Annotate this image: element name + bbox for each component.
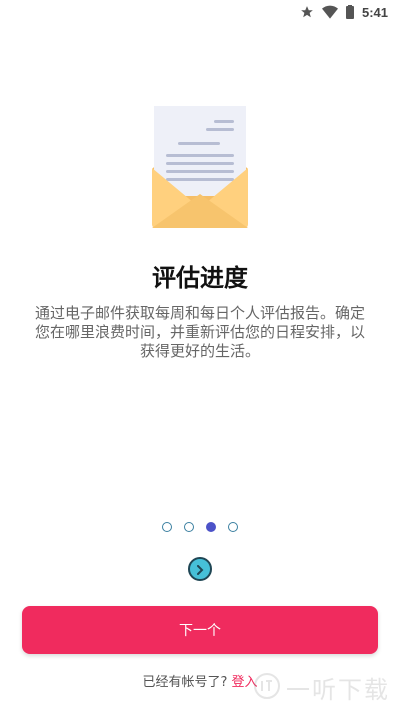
chevron-right-icon [195,560,205,579]
page-dot-2[interactable] [184,522,194,532]
watermark-logo-icon [254,672,280,703]
watermark: 一听下载 [254,670,390,705]
page-indicator [0,522,400,532]
next-button[interactable]: 下一个 [22,606,378,654]
wifi-icon [321,5,338,19]
page-dot-1[interactable] [162,522,172,532]
battery-icon [345,5,354,19]
watermark-text: 一听下载 [286,676,390,704]
page-title: 评估进度 [152,264,248,292]
envelope-letter-icon [148,106,252,230]
page-description: 通过电子邮件获取每周和每日个人评估报告。确定您在哪里浪费时间，并重新评估您的日程… [34,304,365,360]
status-time: 5:41 [361,4,388,20]
page-dot-3-active[interactable] [206,522,216,532]
star-icon [300,5,314,19]
page-dot-4[interactable] [228,522,238,532]
have-account-text: 已经有帐号了? [142,675,228,690]
next-arrow-button[interactable] [188,557,212,581]
status-bar: 5:41 [0,0,400,24]
